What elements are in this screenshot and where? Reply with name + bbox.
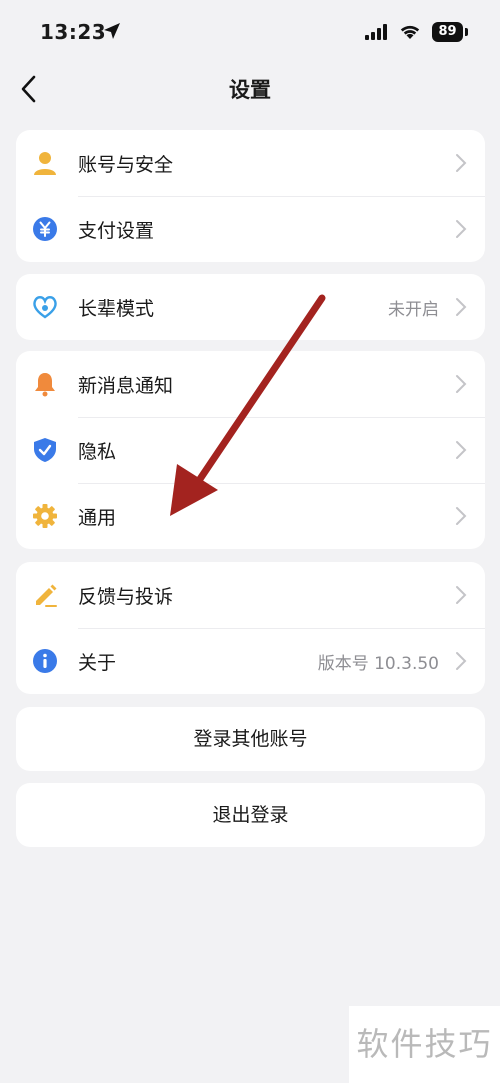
general-settings-group: 新消息通知 隐私 通用 xyxy=(16,351,485,549)
item-label: 隐私 xyxy=(78,440,117,463)
privacy-item[interactable]: 隐私 xyxy=(16,417,485,483)
status-bar: 13:23 89 xyxy=(0,0,500,64)
battery-indicator: 89 xyxy=(432,22,463,42)
general-item[interactable]: 通用 xyxy=(16,483,485,549)
account-security-item[interactable]: 账号与安全 xyxy=(16,130,485,196)
wifi-icon xyxy=(398,22,422,44)
item-label: 通用 xyxy=(78,506,117,529)
item-label: 关于 xyxy=(78,651,117,674)
chevron-right-icon xyxy=(455,585,467,609)
heart-hands-icon xyxy=(32,294,58,320)
yuan-icon xyxy=(32,216,58,242)
page-title: 设置 xyxy=(229,78,271,102)
location-arrow-icon xyxy=(103,22,121,44)
chevron-right-icon xyxy=(455,374,467,398)
user-icon xyxy=(32,150,58,176)
elder-mode-group: 长辈模式 未开启 xyxy=(16,274,485,340)
new-message-notification-item[interactable]: 新消息通知 xyxy=(16,351,485,417)
item-label: 支付设置 xyxy=(78,219,155,242)
bell-icon xyxy=(32,371,58,397)
cellular-signal-icon xyxy=(365,24,389,44)
about-group: 反馈与投诉 关于 版本号 10.3.50 xyxy=(16,562,485,694)
elder-mode-item[interactable]: 长辈模式 未开启 xyxy=(16,274,485,340)
chevron-right-icon xyxy=(455,153,467,177)
watermark: 软件技巧 xyxy=(349,1006,500,1083)
feedback-complaint-item[interactable]: 反馈与投诉 xyxy=(16,562,485,628)
item-label: 反馈与投诉 xyxy=(78,585,174,608)
navigation-bar: 设置 xyxy=(0,64,500,114)
chevron-right-icon xyxy=(455,297,467,321)
battery-tip xyxy=(465,28,468,36)
shield-icon xyxy=(32,437,58,463)
gear-icon xyxy=(32,503,58,529)
switch-account-button[interactable]: 登录其他账号 xyxy=(16,707,485,771)
account-settings-group: 账号与安全 支付设置 xyxy=(16,130,485,262)
item-label: 新消息通知 xyxy=(78,374,174,397)
item-label: 长辈模式 xyxy=(78,297,155,320)
payment-settings-item[interactable]: 支付设置 xyxy=(16,196,485,262)
item-label: 账号与安全 xyxy=(78,153,174,176)
pencil-icon xyxy=(32,582,58,608)
info-icon xyxy=(32,648,58,674)
chevron-right-icon xyxy=(455,219,467,243)
chevron-right-icon xyxy=(455,506,467,530)
chevron-right-icon xyxy=(455,651,467,675)
about-item[interactable]: 关于 版本号 10.3.50 xyxy=(16,628,485,694)
logout-button[interactable]: 退出登录 xyxy=(16,783,485,847)
version-number: 版本号 10.3.50 xyxy=(317,653,439,674)
status-time: 13:23 xyxy=(40,20,107,44)
chevron-right-icon xyxy=(455,440,467,464)
elder-mode-status: 未开启 xyxy=(388,299,439,320)
